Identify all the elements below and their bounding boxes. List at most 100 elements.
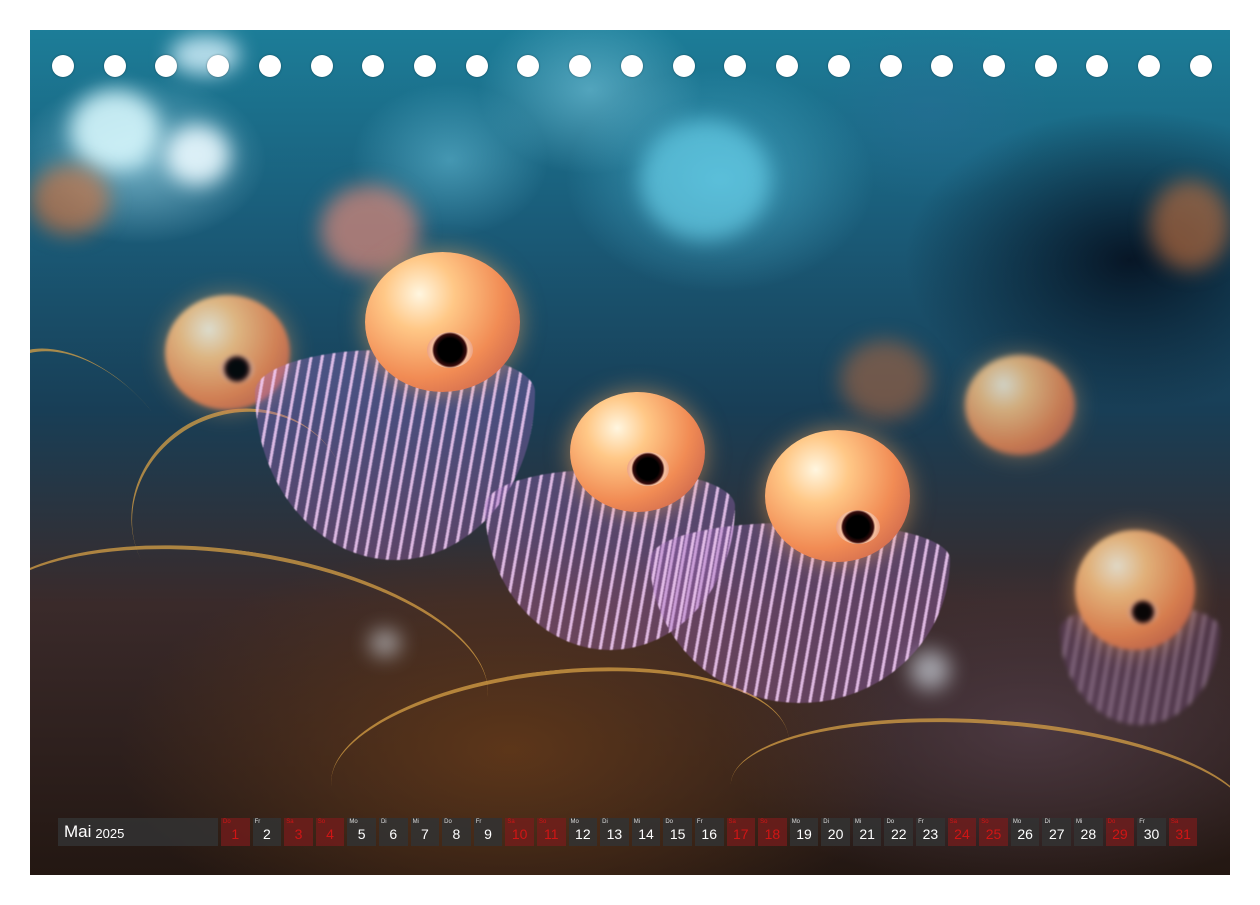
binding-hole [724,55,747,77]
bokeh-light [30,165,110,235]
binding-hole [1034,55,1057,77]
seaweed-strand [724,702,1230,875]
day-of-week-label: Di [602,819,608,825]
day-number: 10 [511,826,528,842]
binding-hole [569,55,592,77]
day-cell: Mo 5 [347,818,376,846]
day-number: 16 [701,826,717,842]
jellyfish-background [1060,525,1220,725]
day-of-week-label: So [760,819,768,825]
day-number: 23 [922,826,939,842]
binding-holes [52,55,1212,79]
binding-hole [310,55,333,77]
binding-hole [258,55,281,77]
day-of-week-label: Do [665,819,673,825]
year-label: 2025 [95,825,125,841]
day-number: 22 [890,826,907,842]
day-number: 6 [389,826,398,842]
day-cell: Sa 24 [947,818,977,846]
day-cell: So 25 [979,818,1008,846]
bokeh-light [840,340,930,420]
binding-hole [1138,55,1161,77]
days-row: Do 1 Fr 2 Sa 3 So 4 Mo 5 Di 6 Mi 7 Do 8 Fr 9 Sa 10 So 11 Mo 12 D… [221,818,1198,846]
bokeh-light [640,120,770,240]
binding-hole [414,55,437,77]
day-of-week-label: Fr [475,819,482,825]
day-number: 11 [543,826,559,842]
day-of-week-label: Do [223,819,231,825]
day-cell: So 18 [758,818,787,846]
day-number: 19 [796,826,812,842]
binding-hole [827,55,850,77]
day-of-week-label: Mo [349,819,358,825]
day-cell: So 4 [315,818,345,846]
day-cell: Di 6 [378,818,408,846]
day-of-week-label: Sa [507,819,515,825]
day-number: 17 [733,826,749,842]
day-number: 24 [954,826,970,842]
day-cell: Di 27 [1042,818,1072,846]
day-of-week-label: Mi [412,819,419,825]
day-of-week-label: So [981,819,989,825]
binding-hole [52,55,74,77]
day-of-week-label: So [538,819,547,825]
day-number: 21 [859,826,875,842]
day-cell: Mi 14 [631,818,661,846]
day-number: 14 [638,826,654,842]
day-of-week-label: Do [1107,819,1116,825]
day-cell: Do 1 [221,818,250,846]
binding-hole [155,55,178,77]
day-of-week-label: Sa [1170,819,1179,825]
day-of-week-label: Mo [1012,819,1022,825]
day-number: 7 [420,826,429,842]
day-cell: Mi 7 [410,818,440,846]
binding-hole [207,55,230,77]
day-of-week-label: Do [444,819,452,825]
day-number: 15 [669,826,686,842]
day-number: 30 [1143,826,1160,842]
day-number: 27 [1048,826,1065,842]
day-cell: Fr 30 [1137,818,1166,846]
day-cell: Fr 23 [916,818,945,846]
day-cell: Do 29 [1105,818,1135,846]
day-of-week-label: Sa [949,819,957,825]
bokeh-light [165,125,230,185]
day-cell: So 11 [536,818,566,846]
binding-hole [931,55,954,77]
binding-hole [672,55,695,77]
day-number: 12 [575,826,591,842]
jellyfish-background [960,350,1090,500]
day-of-week-label: Mo [791,819,801,825]
day-of-week-label: Mi [1076,819,1083,825]
binding-hole [879,55,902,77]
day-number: 26 [1017,826,1033,842]
bokeh-light [1150,180,1230,270]
binding-hole [982,55,1005,77]
day-of-week-label: Fr [1139,819,1145,825]
day-cell: Fr 16 [694,818,724,846]
day-cell: Di 20 [821,818,850,846]
binding-hole [776,55,799,77]
binding-hole [1086,55,1109,77]
day-of-week-label: Mi [633,819,641,825]
day-cell: Sa 31 [1168,818,1198,846]
day-cell: Mi 21 [852,818,882,846]
day-of-week-label: So [317,819,326,825]
day-of-week-label: Mi [854,819,862,825]
binding-hole [1189,55,1212,77]
day-number: 18 [764,826,781,842]
calendar-strip: Mai 2025 Do 1 Fr 2 Sa 3 So 4 Mo 5 Di 6 Mi 7 Do 8 Fr 9 Sa 10… [58,818,1198,846]
day-number: 25 [985,826,1002,842]
day-cell: Fr 2 [252,818,282,846]
day-cell: Do 22 [884,818,914,846]
day-number: 9 [484,826,492,842]
day-cell: Sa 3 [284,818,313,846]
day-of-week-label: Di [380,819,387,825]
jellyfish-main-right [650,428,950,708]
day-number: 13 [606,826,623,842]
day-of-week-label: Do [886,819,895,825]
day-of-week-label: Fr [918,819,924,825]
binding-hole [517,55,540,77]
day-cell: Sa 10 [505,818,534,846]
day-cell: Di 13 [600,818,629,846]
